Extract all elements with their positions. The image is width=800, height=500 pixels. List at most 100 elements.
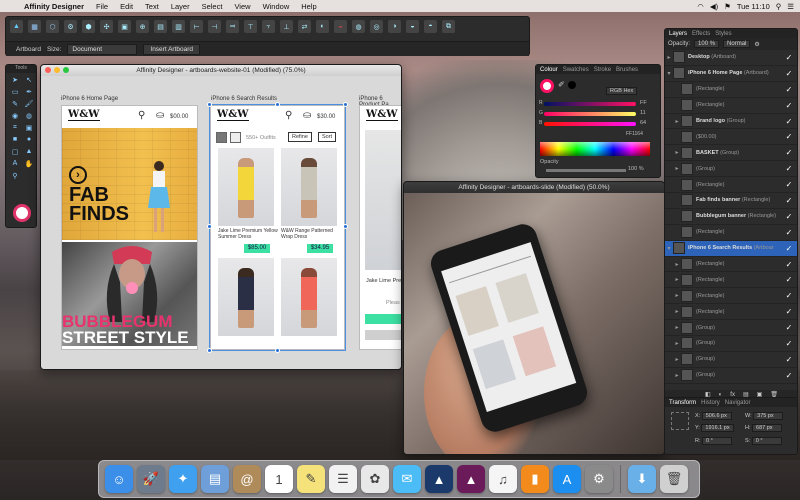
fill-stroke-swatch[interactable] bbox=[540, 79, 554, 93]
visibility-checkbox[interactable]: ✓ bbox=[784, 53, 794, 62]
visibility-checkbox[interactable]: ✓ bbox=[784, 339, 794, 348]
layer-row[interactable]: Fab finds banner (Rectangle) ✓ bbox=[665, 193, 797, 209]
slide-canvas[interactable] bbox=[404, 193, 664, 454]
disclosure-triangle-icon[interactable]: ▸ bbox=[673, 118, 681, 125]
selection-handle[interactable] bbox=[207, 102, 212, 107]
downloads-folder-icon[interactable]: ⬇ bbox=[628, 465, 656, 493]
boolean-icon[interactable]: ◐ bbox=[316, 20, 329, 33]
menu-edit[interactable]: Edit bbox=[114, 2, 139, 11]
visibility-checkbox[interactable]: ✓ bbox=[784, 260, 794, 269]
search-icon[interactable]: ⚲ bbox=[138, 110, 145, 121]
pixel-persona-icon[interactable]: ▦ bbox=[28, 20, 41, 33]
rounded-rect-tool-icon[interactable]: ▢ bbox=[9, 148, 21, 158]
rotation-field[interactable]: 0 ° bbox=[702, 437, 733, 445]
pencil-tool-icon[interactable]: ✎ bbox=[9, 100, 21, 110]
order-back-icon[interactable]: ▤ bbox=[154, 20, 167, 33]
align-right-icon[interactable]: ⫤ bbox=[226, 20, 239, 33]
w-field[interactable]: 375 px bbox=[753, 412, 784, 420]
visibility-checkbox[interactable]: ✓ bbox=[784, 323, 794, 332]
notes-icon[interactable]: ✎ bbox=[297, 465, 325, 493]
visibility-checkbox[interactable]: ✓ bbox=[784, 291, 794, 300]
disclosure-triangle-icon[interactable]: ▸ bbox=[673, 340, 681, 347]
tab-brushes[interactable]: Brushes bbox=[616, 67, 638, 73]
menu-select[interactable]: Select bbox=[196, 2, 229, 11]
node-tool-icon[interactable]: ↖ bbox=[23, 76, 35, 86]
colour-mode-select[interactable]: RGB Hex bbox=[606, 87, 638, 95]
layer-row[interactable]: (Rectangle) ✓ bbox=[665, 82, 797, 98]
order-front-icon[interactable]: ▥ bbox=[172, 20, 185, 33]
tab-colour[interactable]: Colour bbox=[540, 67, 558, 73]
shear-field[interactable]: 0 ° bbox=[751, 437, 782, 445]
color-swatch[interactable] bbox=[13, 204, 31, 222]
layer-row[interactable]: Bubblegum banner (Rectangle) ✓ bbox=[665, 209, 797, 225]
visibility-checkbox[interactable]: ✓ bbox=[784, 148, 794, 157]
wifi-icon[interactable]: ◠ bbox=[697, 2, 704, 11]
menu-help[interactable]: Help bbox=[295, 2, 322, 11]
zoom-tool-icon[interactable]: ⚲ bbox=[9, 172, 21, 182]
visibility-checkbox[interactable]: ✓ bbox=[784, 101, 794, 110]
layer-row[interactable]: (Rectangle) ✓ bbox=[665, 98, 797, 114]
disclosure-triangle-icon[interactable]: ▸ bbox=[673, 324, 681, 331]
visibility-checkbox[interactable]: ✓ bbox=[784, 164, 794, 173]
preview-icon[interactable]: ▤ bbox=[201, 465, 229, 493]
system-preferences-icon[interactable]: ⚙ bbox=[585, 465, 613, 493]
disclosure-triangle-icon[interactable]: ▸ bbox=[673, 276, 681, 283]
visibility-checkbox[interactable]: ✓ bbox=[784, 371, 794, 380]
layer-row[interactable]: ▾ iPhone 6 Search Results (Artboar ✓ bbox=[665, 240, 797, 257]
x-field[interactable]: 506.6 px bbox=[701, 412, 732, 420]
colour-spectrum[interactable] bbox=[540, 142, 650, 156]
h-field[interactable]: 687 px bbox=[752, 424, 783, 432]
visibility-checkbox[interactable]: ✓ bbox=[784, 355, 794, 364]
visibility-checkbox[interactable]: ✓ bbox=[784, 117, 794, 126]
disclosure-triangle-icon[interactable]: ▸ bbox=[673, 292, 681, 299]
visibility-checkbox[interactable]: ✓ bbox=[784, 196, 794, 205]
artboard-label-home[interactable]: iPhone 6 Home Page bbox=[61, 96, 118, 102]
menu-file[interactable]: File bbox=[90, 2, 114, 11]
ibooks-icon[interactable]: ▮ bbox=[521, 465, 549, 493]
layer-row[interactable]: ▸ (Rectangle) ✓ bbox=[665, 257, 797, 273]
layer-row[interactable]: ▸ Brand logo (Group) ✓ bbox=[665, 114, 797, 130]
hand-tool-icon[interactable]: ✋ bbox=[23, 160, 35, 170]
layer-row[interactable]: ▸ BASKET (Group) ✓ bbox=[665, 145, 797, 162]
tab-transform[interactable]: Transform bbox=[669, 400, 696, 406]
designer-persona-icon[interactable]: ▲ bbox=[10, 20, 23, 33]
layer-row[interactable]: ▸ (Rectangle) ✓ bbox=[665, 304, 797, 321]
blend-mode-select[interactable]: Normal bbox=[723, 40, 751, 48]
tab-stroke[interactable]: Stroke bbox=[594, 67, 611, 73]
bubblegum-banner[interactable]: BUBBLEGUM STREET STYLE bbox=[62, 242, 197, 346]
basket-icon[interactable]: ⛀ bbox=[156, 110, 164, 121]
disclosure-triangle-icon[interactable]: ▸ bbox=[673, 149, 681, 156]
visibility-checkbox[interactable]: ✓ bbox=[784, 85, 794, 94]
visibility-checkbox[interactable]: ✓ bbox=[784, 275, 794, 284]
layer-row[interactable]: ▸ Desktop (Artboard) ✓ bbox=[665, 50, 797, 66]
geometry-intersect-icon[interactable]: ◑ bbox=[388, 20, 401, 33]
crop-tool-icon[interactable]: ⌗ bbox=[9, 124, 21, 134]
align-top-icon[interactable]: ⊤ bbox=[244, 20, 257, 33]
affinity-designer-icon[interactable]: ▲ bbox=[425, 465, 453, 493]
visibility-checkbox[interactable]: ✓ bbox=[784, 69, 794, 78]
menu-view[interactable]: View bbox=[228, 2, 256, 11]
disclosure-triangle-icon[interactable]: ▾ bbox=[665, 70, 673, 77]
menu-app-name[interactable]: Affinity Designer bbox=[18, 2, 90, 11]
layer-row[interactable]: ▸ (Rectangle) ✓ bbox=[665, 272, 797, 289]
geometry-xor-icon[interactable]: ◓ bbox=[424, 20, 437, 33]
safari-icon[interactable]: ✦ bbox=[169, 465, 197, 493]
messages-icon[interactable]: ✉ bbox=[393, 465, 421, 493]
snapping-icon[interactable]: ⬢ bbox=[82, 20, 95, 33]
finder-icon[interactable]: ☺ bbox=[105, 465, 133, 493]
clock[interactable]: Tue 11:10 bbox=[737, 2, 770, 11]
artboard-label-search[interactable]: iPhone 6 Search Results bbox=[211, 96, 277, 102]
channel-g-slider[interactable] bbox=[544, 112, 636, 116]
layer-row[interactable]: ▸ (Group) ✓ bbox=[665, 368, 797, 384]
channel-r-value[interactable]: FF bbox=[640, 100, 647, 106]
visibility-checkbox[interactable]: ✓ bbox=[784, 180, 794, 189]
trash-icon[interactable]: 🗑 bbox=[660, 465, 688, 493]
assistant-icon[interactable]: ✣ bbox=[100, 20, 113, 33]
layer-row[interactable]: ▸ (Group) ✓ bbox=[665, 320, 797, 337]
menu-layer[interactable]: Layer bbox=[165, 2, 196, 11]
geometry-divide-icon[interactable]: ◒ bbox=[406, 20, 419, 33]
tab-navigator[interactable]: Navigator bbox=[725, 400, 751, 406]
size-select[interactable]: Document bbox=[67, 43, 138, 55]
disclosure-triangle-icon[interactable]: ▸ bbox=[673, 356, 681, 363]
vector-crop-icon[interactable]: ⧉ bbox=[442, 20, 455, 33]
